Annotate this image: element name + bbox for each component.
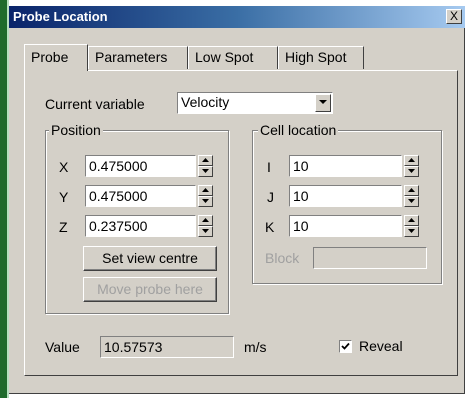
current-variable-value: Velocity [181,94,230,110]
reveal-label[interactable]: Reveal [359,338,403,354]
close-button[interactable]: X [446,9,462,24]
tab-parameters[interactable]: Parameters [88,46,188,69]
current-variable-label: Current variable [45,96,145,112]
j-label: J [267,189,274,205]
z-label: Z [59,219,68,235]
chevron-down-icon[interactable] [315,94,331,112]
probe-location-dialog: Probe Location X Probe Parameters Low Sp… [9,6,465,394]
k-spinner[interactable] [404,215,419,237]
y-field[interactable]: 0.475000 [85,185,196,207]
x-spinner[interactable] [198,155,213,177]
spin-down-icon[interactable] [404,196,419,207]
spin-up-icon[interactable] [198,215,213,226]
move-probe-here-button[interactable]: Move probe here [83,277,217,302]
k-label: K [265,219,275,235]
tab-low-spot[interactable]: Low Spot [188,46,278,69]
j-field[interactable]: 10 [289,185,402,207]
spin-up-icon[interactable] [404,185,419,196]
y-spinner[interactable] [198,185,213,207]
checkmark-icon [341,342,350,350]
cell-location-group-title: Cell location [258,122,339,138]
spin-up-icon[interactable] [198,185,213,196]
i-label: I [267,159,271,175]
block-field[interactable] [313,247,427,269]
block-label: Block [265,250,300,266]
window-frame-left [0,0,7,398]
title-bar[interactable]: Probe Location X [9,6,465,28]
k-field[interactable]: 10 [289,215,402,237]
value-unit: m/s [244,339,267,355]
y-label: Y [59,189,69,205]
i-field[interactable]: 10 [289,155,402,177]
spin-down-icon[interactable] [198,196,213,207]
z-field[interactable]: 0.237500 [85,215,196,237]
value-label: Value [45,339,80,355]
x-label: X [59,159,69,175]
x-field[interactable]: 0.475000 [85,155,196,177]
z-spinner[interactable] [198,215,213,237]
spin-up-icon[interactable] [198,155,213,166]
window-title: Probe Location [13,9,108,24]
spin-down-icon[interactable] [404,166,419,177]
spin-up-icon[interactable] [404,155,419,166]
value-readout: 10.57573 [100,336,234,358]
spin-down-icon[interactable] [198,166,213,177]
j-spinner[interactable] [404,185,419,207]
set-view-centre-button[interactable]: Set view centre [83,246,217,271]
spin-up-icon[interactable] [404,215,419,226]
spin-down-icon[interactable] [198,226,213,237]
position-group-title: Position [49,122,103,138]
current-variable-select[interactable]: Velocity [177,92,333,114]
i-spinner[interactable] [404,155,419,177]
reveal-checkbox[interactable] [339,340,352,353]
tab-high-spot[interactable]: High Spot [278,46,364,69]
spin-down-icon[interactable] [404,226,419,237]
tab-probe[interactable]: Probe [24,44,88,71]
